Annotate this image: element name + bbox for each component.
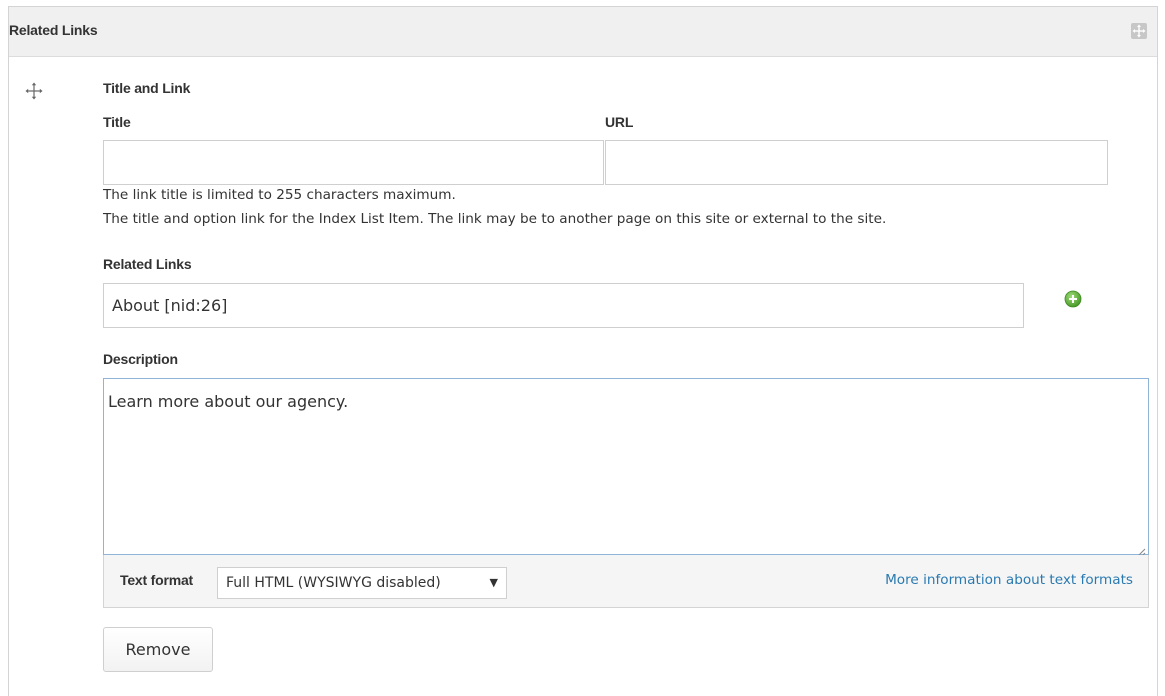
title-help-text: The link title is limited to 255 charact… (103, 187, 456, 203)
description-text: Learn more about our agency. (108, 392, 349, 411)
text-format-bar: Text format Full HTML (WYSIWYG disabled)… (103, 555, 1149, 608)
panel-title: Related Links (9, 22, 98, 38)
resize-grip-icon[interactable] (1136, 542, 1146, 557)
link-help-text: The title and option link for the Index … (103, 211, 887, 227)
related-links-input[interactable] (103, 283, 1024, 328)
text-format-label: Text format (120, 572, 193, 588)
more-info-text-formats-link[interactable]: More information about text formats (885, 572, 1133, 588)
panel-header: Related Links (9, 7, 1157, 57)
title-input[interactable] (103, 140, 604, 185)
related-links-label: Related Links (103, 256, 192, 272)
description-label: Description (103, 351, 178, 367)
chevron-down-icon: ▼ (489, 576, 498, 589)
expand-arrows-icon[interactable] (1131, 23, 1147, 39)
remove-button[interactable]: Remove (103, 627, 213, 672)
title-and-link-heading: Title and Link (103, 80, 191, 96)
add-circle-icon[interactable] (1064, 290, 1082, 308)
title-label: Title (103, 114, 131, 130)
text-format-select[interactable]: Full HTML (WYSIWYG disabled) ▼ (217, 567, 507, 599)
url-input[interactable] (605, 140, 1108, 185)
text-format-selected: Full HTML (WYSIWYG disabled) (226, 575, 441, 591)
url-label: URL (605, 114, 634, 130)
description-textarea[interactable]: Learn more about our agency. (103, 378, 1149, 557)
drag-handle-icon[interactable] (24, 81, 44, 101)
